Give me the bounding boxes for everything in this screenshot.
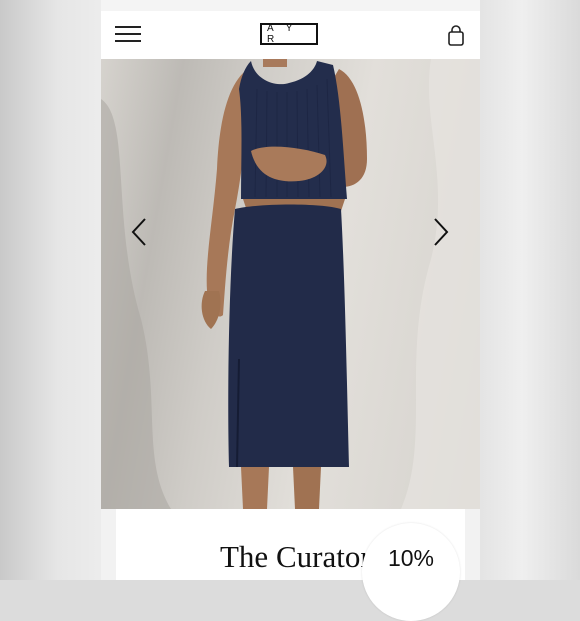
carousel-prev-button[interactable] bbox=[128, 216, 152, 248]
status-strip bbox=[101, 0, 480, 11]
product-image bbox=[101, 59, 480, 509]
shopping-bag-icon[interactable] bbox=[446, 25, 466, 47]
discount-badge: 10% bbox=[362, 523, 460, 621]
brand-logo[interactable]: A Y R bbox=[260, 23, 318, 45]
carousel-next-button[interactable] bbox=[428, 216, 452, 248]
discount-text: 10% bbox=[387, 545, 435, 571]
top-navbar: A Y R bbox=[101, 11, 480, 59]
hamburger-menu-icon[interactable] bbox=[115, 26, 141, 44]
chevron-right-icon bbox=[434, 218, 449, 246]
phone-screen: A Y R The Curator bbox=[101, 0, 480, 580]
product-title: The Curator bbox=[220, 539, 371, 574]
chevron-left-icon bbox=[131, 218, 146, 246]
